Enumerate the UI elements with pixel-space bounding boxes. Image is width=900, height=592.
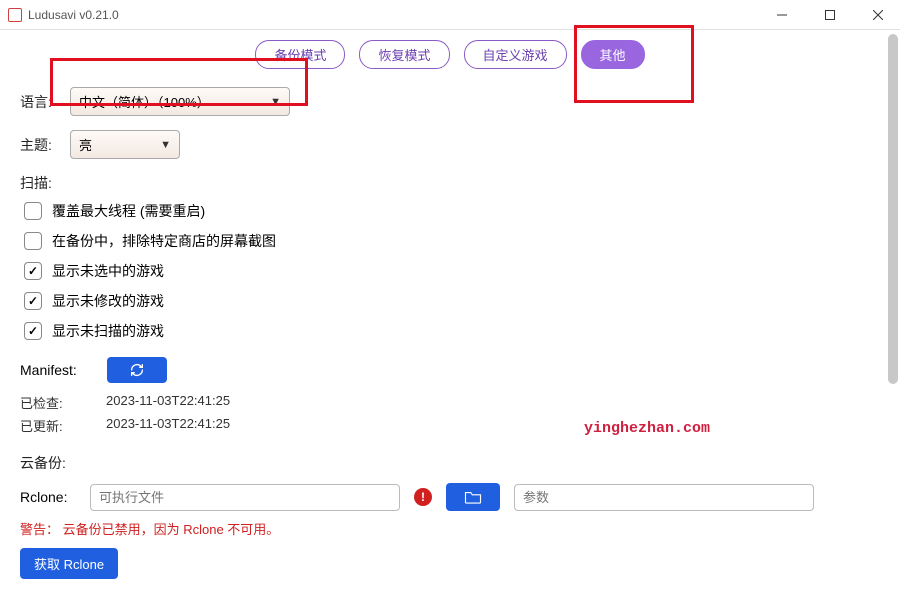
theme-select[interactable]: 亮 ▼ — [70, 130, 180, 159]
manifest-updated-label: 已更新: — [20, 416, 76, 435]
checkbox-label: 显示未修改的游戏 — [52, 291, 164, 311]
cloud-section-title: 云备份: — [20, 453, 880, 473]
rclone-warning: 警告： 云备份已禁用，因为 Rclone 不可用。 — [20, 519, 880, 538]
manifest-checked-value: 2023-11-03T22:41:25 — [106, 393, 230, 412]
manifest-label: Manifest: — [20, 362, 77, 378]
checkbox-label: 显示未扫描的游戏 — [52, 321, 164, 341]
titlebar: Ludusavi v0.21.0 — [0, 0, 900, 30]
folder-icon — [464, 490, 482, 504]
theme-value: 亮 — [79, 135, 92, 154]
close-button[interactable] — [864, 1, 892, 29]
checkbox-label: 显示未选中的游戏 — [52, 261, 164, 281]
checkbox-show-unmodified[interactable] — [24, 292, 42, 310]
mode-tabs: 备份模式 恢复模式 自定义游戏 其他 — [20, 40, 880, 69]
maximize-button[interactable] — [816, 1, 844, 29]
scan-section-title: 扫描: — [20, 173, 880, 193]
warning-icon: ! — [414, 488, 432, 506]
manifest-updated-value: 2023-11-03T22:41:25 — [106, 416, 230, 435]
manifest-checked-label: 已检查: — [20, 393, 76, 412]
window-title: Ludusavi v0.21.0 — [28, 8, 768, 22]
rclone-args-input[interactable] — [514, 484, 814, 511]
minimize-button[interactable] — [768, 1, 796, 29]
browse-rclone-button[interactable] — [446, 483, 500, 511]
tab-other[interactable]: 其他 — [581, 40, 645, 69]
tab-backup[interactable]: 备份模式 — [255, 40, 345, 69]
watermark: yinghezhan.com — [584, 420, 710, 437]
language-value: 中文（简体）（100%） — [79, 92, 210, 111]
chevron-down-icon: ▼ — [160, 139, 171, 151]
tab-restore[interactable]: 恢复模式 — [359, 40, 449, 69]
scrollbar[interactable] — [888, 34, 898, 384]
theme-label: 主题: — [20, 135, 70, 155]
language-label: 语言: — [20, 92, 70, 112]
chevron-down-icon: ▼ — [270, 96, 281, 108]
rclone-label: Rclone: — [20, 489, 76, 505]
get-rclone-button[interactable]: 获取 Rclone — [20, 548, 118, 579]
language-select[interactable]: 中文（简体）（100%） ▼ — [70, 87, 290, 116]
checkbox-exclude-screenshots[interactable] — [24, 232, 42, 250]
rclone-path-input[interactable] — [90, 484, 400, 511]
refresh-manifest-button[interactable] — [107, 357, 167, 383]
checkbox-show-unselected[interactable] — [24, 262, 42, 280]
checkbox-override-threads[interactable] — [24, 202, 42, 220]
checkbox-show-unscanned[interactable] — [24, 322, 42, 340]
tab-custom-games[interactable]: 自定义游戏 — [464, 40, 567, 69]
app-icon — [8, 8, 22, 22]
checkbox-label: 在备份中，排除特定商店的屏幕截图 — [52, 231, 276, 251]
refresh-icon — [129, 362, 145, 378]
checkbox-label: 覆盖最大线程 (需要重启) — [52, 201, 205, 221]
